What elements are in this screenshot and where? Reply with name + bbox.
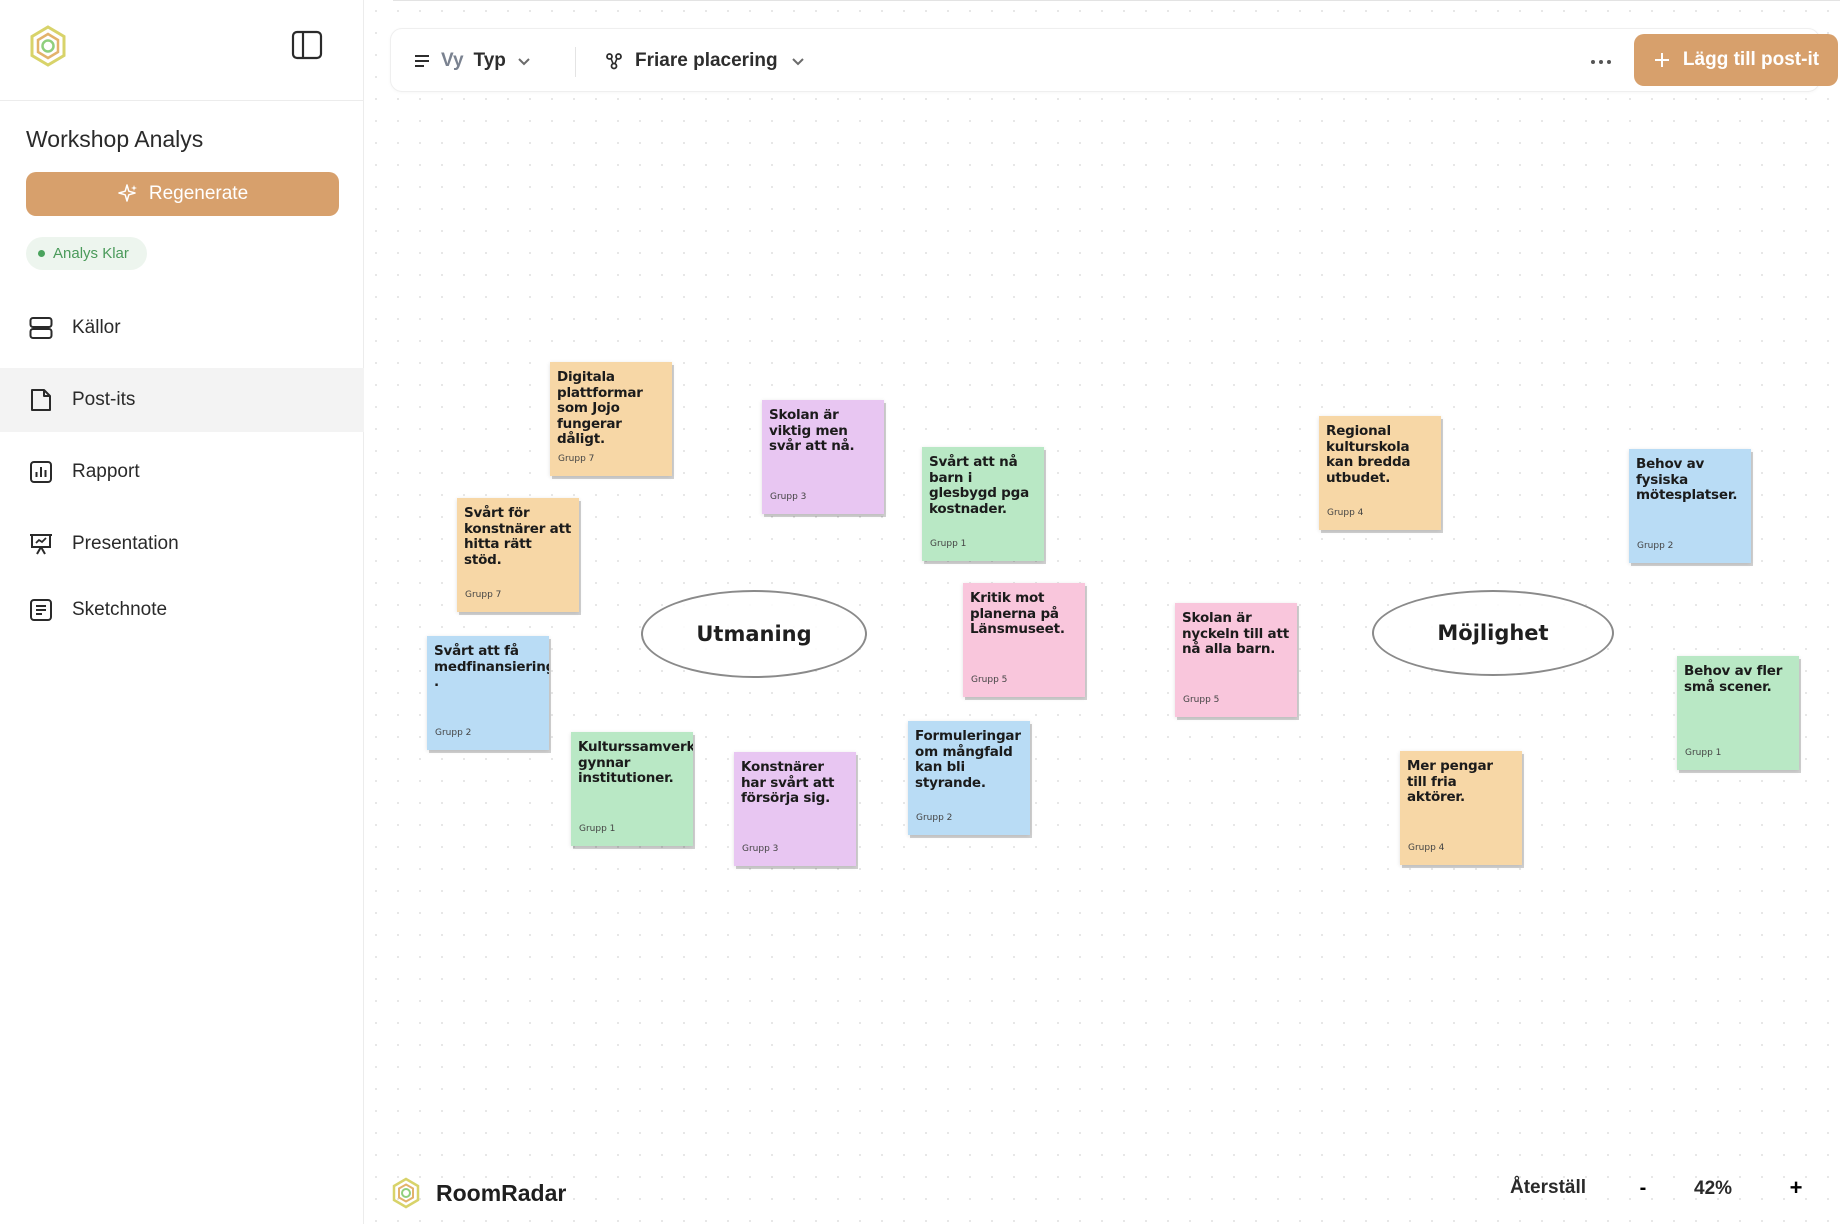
sidebar-item-label: Presentation xyxy=(72,533,179,554)
post-it-note[interactable]: Konstnärer har svårt att försörja sig. G… xyxy=(734,752,856,866)
sidebar-item-presentation[interactable]: Presentation xyxy=(0,512,364,576)
post-it-note[interactable]: Behov av fysiska mötesplatser. Grupp 2 xyxy=(1629,449,1751,563)
post-it-text: Formuleringar om mångfald kan bli styran… xyxy=(915,728,1021,791)
post-it-note[interactable]: Skolan är nyckeln till att nå alla barn.… xyxy=(1175,603,1297,717)
add-post-it-button[interactable]: Lägg till post-it xyxy=(1634,34,1838,86)
add-post-it-label: Lägg till post-it xyxy=(1682,49,1820,70)
category-label: Möjlighet xyxy=(1437,621,1549,645)
workspace-title: Workshop Analys xyxy=(26,126,204,152)
post-it-text: Mer pengar till fria aktörer. xyxy=(1407,758,1493,805)
post-it-group: Grupp 3 xyxy=(770,491,807,502)
post-it-text: Kritik mot planerna på Länsmuseet. xyxy=(970,590,1065,637)
sidebar-item-post-its[interactable]: Post-its xyxy=(0,368,364,432)
top-divider xyxy=(393,0,1840,1)
sidebar-item-label: Post-its xyxy=(72,389,136,410)
post-it-group: Grupp 2 xyxy=(1637,540,1674,551)
sidebar-item-sketchnote[interactable]: Sketchnote xyxy=(0,578,364,642)
list-icon xyxy=(415,55,429,67)
post-it-group: Grupp 7 xyxy=(558,453,595,464)
zoom-controls: Återställ - 42% + xyxy=(1510,1168,1840,1208)
chevron-down-icon xyxy=(791,58,804,66)
view-prefix: Vy xyxy=(441,50,464,71)
presentation-icon xyxy=(30,534,52,555)
post-it-group: Grupp 5 xyxy=(971,674,1008,685)
toolbar: Vy Typ Friare placering Lägg till post-i… xyxy=(390,28,1838,93)
canvas-area[interactable]: Vy Typ Friare placering Lägg till post-i… xyxy=(365,0,1840,1224)
post-it-note[interactable]: Svårt för konstnärer att hitta rätt stöd… xyxy=(457,498,579,612)
post-it-group: Grupp 5 xyxy=(1183,694,1220,705)
post-it-group: Grupp 7 xyxy=(465,589,502,600)
view-type-dropdown[interactable]: Vy Typ xyxy=(413,29,532,93)
sidebar: Workshop Analys Regenerate Analys Klar K… xyxy=(0,0,364,1224)
database-icon xyxy=(29,317,53,339)
brand: RoomRadar xyxy=(390,1175,566,1211)
category-ellipse-utmaning[interactable]: Utmaning xyxy=(641,590,867,678)
category-label: Utmaning xyxy=(696,622,812,646)
post-it-note[interactable]: Svårt att få medfinansiering . Grupp 2 xyxy=(427,636,549,750)
toolbar-divider xyxy=(575,47,576,77)
post-it-note[interactable]: Svårt att nå barn i glesbygd pga kostnad… xyxy=(922,447,1044,561)
post-it-text: Regional kulturskola kan bredda utbudet. xyxy=(1326,423,1411,486)
logo-icon xyxy=(392,1177,420,1209)
post-it-text: Behov av fler små scener. xyxy=(1684,663,1783,695)
placement-dropdown[interactable]: Friare placering xyxy=(605,29,806,93)
placement-label: Friare placering xyxy=(635,50,778,71)
post-it-text: Svårt att nå barn i glesbygd pga kostnad… xyxy=(929,454,1030,517)
logo-icon[interactable] xyxy=(26,24,70,68)
post-it-group: Grupp 4 xyxy=(1327,507,1364,518)
post-it-text: Svårt att få medfinansiering . xyxy=(434,643,549,690)
more-horizontal-icon xyxy=(1591,59,1611,64)
more-options-button[interactable] xyxy=(1583,45,1619,77)
status-dot xyxy=(38,250,45,257)
post-it-group: Grupp 1 xyxy=(579,823,616,834)
post-it-text: Skolan är nyckeln till att nå alla barn. xyxy=(1182,610,1289,657)
post-it-group: Grupp 3 xyxy=(742,843,779,854)
sidebar-header xyxy=(0,0,364,101)
plus-icon xyxy=(1654,53,1669,67)
post-it-note[interactable]: Skolan är viktig men svår att nå. Grupp … xyxy=(762,400,884,514)
status-label: Analys Klar xyxy=(53,245,129,262)
zoom-in-button[interactable]: + xyxy=(1781,1168,1811,1208)
sidebar-item-kallor[interactable]: Källor xyxy=(0,296,364,360)
post-it-text: Behov av fysiska mötesplatser. xyxy=(1636,456,1738,503)
zoom-out-button[interactable]: - xyxy=(1628,1168,1658,1208)
post-it-note[interactable]: Kulturssamverkansmodellen gynnar institu… xyxy=(571,732,693,846)
post-it-note[interactable]: Kritik mot planerna på Länsmuseet. Grupp… xyxy=(963,583,1085,697)
brand-name: RoomRadar xyxy=(436,1179,567,1206)
post-it-text: Kulturssamverkansmodellen gynnar institu… xyxy=(578,739,693,786)
regenerate-label: Regenerate xyxy=(148,183,249,204)
document-icon xyxy=(31,389,51,411)
post-it-group: Grupp 2 xyxy=(916,812,953,823)
zoom-level: 42% xyxy=(1694,1178,1733,1199)
post-it-note[interactable]: Formuleringar om mångfald kan bli styran… xyxy=(908,721,1030,835)
post-it-group: Grupp 1 xyxy=(1685,747,1722,758)
note-icon xyxy=(30,599,52,621)
category-ellipse-mojlighet[interactable]: Möjlighet xyxy=(1372,590,1614,676)
layout-nodes-icon xyxy=(606,53,622,70)
post-it-note[interactable]: Digitala plattformar som Jojo fungerar d… xyxy=(550,362,672,476)
post-it-note[interactable]: Behov av fler små scener. Grupp 1 xyxy=(1677,656,1799,770)
reset-zoom-button[interactable]: Återställ xyxy=(1510,1168,1586,1208)
chevron-down-icon xyxy=(518,58,530,66)
post-it-group: Grupp 4 xyxy=(1408,842,1445,853)
toggle-sidebar-button[interactable] xyxy=(290,28,324,62)
sidebar-panel-icon xyxy=(291,30,323,60)
post-it-text: Konstnärer har svårt att försörja sig. xyxy=(741,759,835,806)
post-it-group: Grupp 2 xyxy=(435,727,472,738)
post-it-note[interactable]: Mer pengar till fria aktörer. Grupp 4 xyxy=(1400,751,1522,865)
post-it-text: Skolan är viktig men svår att nå. xyxy=(769,407,855,454)
post-it-note[interactable]: Regional kulturskola kan bredda utbudet.… xyxy=(1319,416,1441,530)
post-it-text: Digitala plattformar som Jojo fungerar d… xyxy=(557,369,643,447)
post-it-group: Grupp 1 xyxy=(930,538,967,549)
sidebar-item-label: Källor xyxy=(72,317,121,338)
view-value: Typ xyxy=(473,50,506,71)
regenerate-button[interactable]: Regenerate xyxy=(26,172,339,216)
status-badge: Analys Klar xyxy=(26,237,147,270)
post-it-text: Svårt för konstnärer att hitta rätt stöd… xyxy=(464,505,572,568)
sparkle-icon xyxy=(118,184,137,202)
bar-chart-icon xyxy=(30,461,52,483)
sidebar-item-label: Sketchnote xyxy=(72,599,168,620)
sidebar-item-label: Rapport xyxy=(72,461,140,482)
sidebar-item-rapport[interactable]: Rapport xyxy=(0,440,364,504)
